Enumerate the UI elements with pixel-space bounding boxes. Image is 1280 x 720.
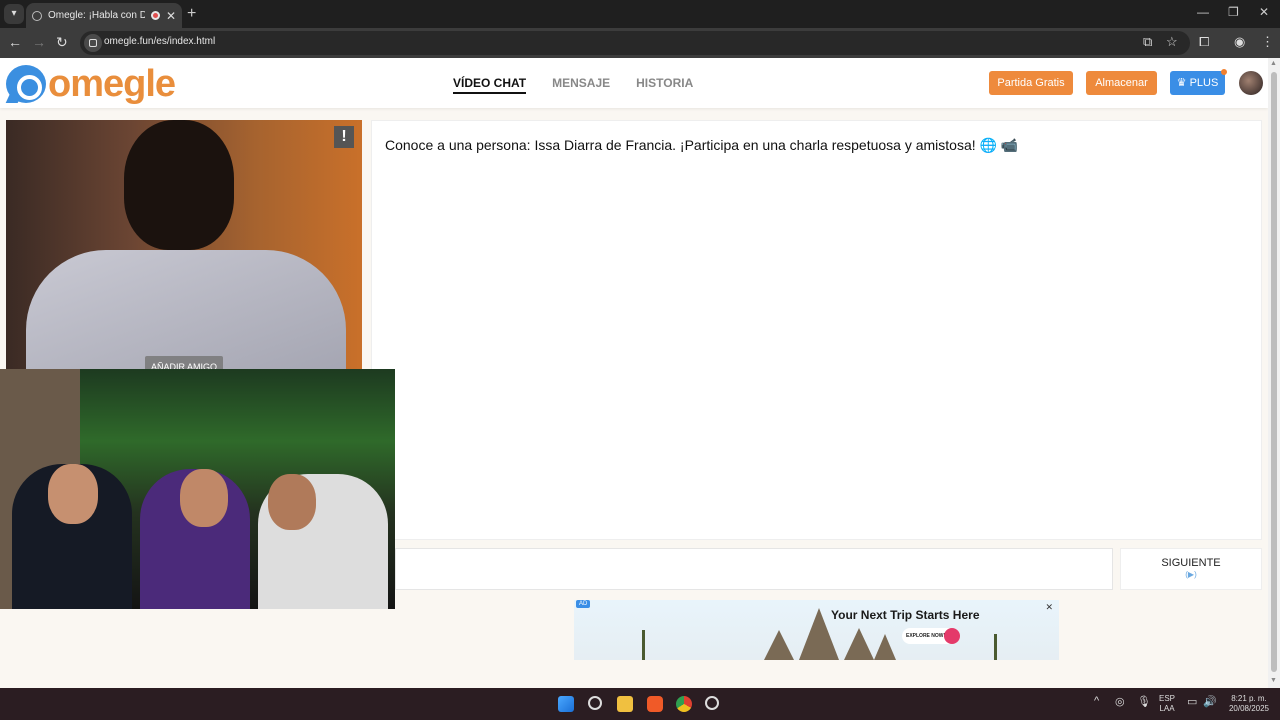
main-nav: VÍDEO CHAT MENSAJE HISTORIA xyxy=(453,76,693,94)
obs-icon[interactable] xyxy=(705,696,719,710)
logo-text: omegle xyxy=(48,63,176,105)
tab-search-icon[interactable]: ▾ xyxy=(4,4,24,24)
browser-tab[interactable]: Omegle: ¡Habla con Descon ✕ xyxy=(26,3,182,28)
ad-headline: Your Next Trip Starts Here xyxy=(831,608,980,622)
profile-icon[interactable]: ◉ xyxy=(1234,34,1245,50)
palm-tree xyxy=(994,634,997,660)
partida-gratis-button[interactable]: Partida Gratis xyxy=(989,71,1073,95)
nav-historia[interactable]: HISTORIA xyxy=(636,76,693,94)
address-bar[interactable]: omegle.fun/es/index.html xyxy=(80,31,1190,55)
user-avatar[interactable] xyxy=(1239,71,1263,95)
keyboard-layout: LAA xyxy=(1159,704,1175,713)
next-button[interactable]: SIGUIENTE (▶) xyxy=(1120,548,1262,590)
streamer-camera-overlay xyxy=(0,369,395,609)
restore-icon[interactable]: ❐ xyxy=(1228,5,1239,19)
next-label: SIGUIENTE xyxy=(1161,557,1221,569)
brave-icon[interactable] xyxy=(647,696,663,712)
almacenar-button[interactable]: Almacenar xyxy=(1086,71,1157,95)
ad-close-icon[interactable]: ✕ xyxy=(1045,602,1053,613)
site-header: omegle VÍDEO CHAT MENSAJE HISTORIA Parti… xyxy=(0,58,1268,108)
overlay-face-middle xyxy=(180,469,228,527)
clock[interactable]: 8:21 p. m. 20/08/2025 xyxy=(1222,694,1276,714)
report-button[interactable]: ! xyxy=(334,126,354,148)
ad-banner[interactable]: AD Your Next Trip Starts Here EXPLORE NO… xyxy=(574,600,1059,660)
microphone-icon[interactable]: 🎙 xyxy=(1137,695,1151,708)
new-tab-icon[interactable]: + xyxy=(187,5,196,23)
close-window-icon[interactable]: ✕ xyxy=(1259,5,1269,19)
site-info-icon[interactable] xyxy=(84,34,102,52)
browser-toolbar: ← → ↻ omegle.fun/es/index.html ⧉ ☆ ⧠ ◉ ⋮ xyxy=(0,28,1280,58)
reload-icon[interactable]: ↻ xyxy=(56,34,68,51)
close-tab-icon[interactable]: ✕ xyxy=(166,9,176,23)
page-scrollbar[interactable]: ▲ ▼ xyxy=(1268,58,1280,688)
crown-icon: ♛ xyxy=(1176,77,1190,89)
temple-shape xyxy=(844,628,874,660)
stranger-video: ! AÑADIR AMIGO xyxy=(6,120,362,387)
palm-tree xyxy=(642,630,645,660)
notification-dot xyxy=(1221,69,1227,75)
language-code: ESP xyxy=(1158,694,1175,703)
minimize-icon[interactable]: — xyxy=(1197,5,1209,19)
file-explorer-icon[interactable] xyxy=(617,696,633,712)
windows-start-icon[interactable] xyxy=(558,696,574,712)
tab-title: Omegle: ¡Habla con Descon xyxy=(48,10,145,21)
bookmark-star-icon[interactable]: ☆ xyxy=(1166,34,1178,50)
plus-button[interactable]: ♛ PLUS xyxy=(1170,71,1225,95)
clock-time: 8:21 p. m. xyxy=(1231,694,1267,703)
ad-cta-button[interactable]: EXPLORE NOW! xyxy=(902,628,960,644)
obs-tray-icon[interactable]: ◎ xyxy=(1115,695,1125,708)
scrollbar-thumb[interactable] xyxy=(1271,72,1277,672)
omegle-logo[interactable]: omegle xyxy=(6,63,176,105)
chat-log: Conoce a una persona: Issa Diarra de Fra… xyxy=(371,120,1262,540)
volume-icon[interactable]: 🔊 xyxy=(1203,695,1217,708)
windows-taskbar: ^ ◎ 🎙 ESP LAA ▭ 🔊 8:21 p. m. 20/08/2025 xyxy=(0,688,1280,720)
tray-overflow-icon[interactable]: ^ xyxy=(1094,695,1099,707)
clock-date: 20/08/2025 xyxy=(1228,704,1270,713)
cast-icon[interactable]: ⧉ xyxy=(1143,34,1152,50)
back-icon[interactable]: ← xyxy=(8,34,22,50)
overlay-face-right xyxy=(268,474,316,530)
chat-input[interactable] xyxy=(395,548,1113,590)
next-shortcut: (▶) xyxy=(1185,570,1197,579)
recording-icon xyxy=(150,11,160,20)
overlay-face-left xyxy=(48,464,98,524)
search-icon[interactable] xyxy=(588,696,602,710)
forward-icon[interactable]: → xyxy=(32,34,46,50)
chrome-icon[interactable] xyxy=(676,696,692,712)
globe-icon xyxy=(32,10,42,21)
video-person-head xyxy=(124,120,234,250)
menu-kebab-icon[interactable]: ⋮ xyxy=(1261,34,1274,50)
plus-label: PLUS xyxy=(1189,77,1219,89)
temple-shape xyxy=(874,634,896,660)
browser-tabstrip: ▾ Omegle: ¡Habla con Descon ✕ + — ❐ ✕ xyxy=(0,0,1280,28)
extensions-icon[interactable]: ⧠ xyxy=(1199,34,1209,50)
logo-bubble-icon xyxy=(6,65,46,103)
chat-system-message: Conoce a una persona: Issa Diarra de Fra… xyxy=(385,137,1019,153)
url-text: omegle.fun/es/index.html xyxy=(104,36,216,47)
language-indicator[interactable]: ESP LAA xyxy=(1157,694,1177,714)
nav-video-chat[interactable]: VÍDEO CHAT xyxy=(453,76,527,94)
scroll-up-icon[interactable]: ▲ xyxy=(1270,60,1277,67)
ad-badge: AD xyxy=(576,600,591,608)
nav-mensaje[interactable]: MENSAJE xyxy=(552,76,610,94)
temple-shape xyxy=(764,630,794,660)
scroll-down-icon[interactable]: ▼ xyxy=(1270,677,1277,684)
network-icon[interactable]: ▭ xyxy=(1187,695,1197,708)
